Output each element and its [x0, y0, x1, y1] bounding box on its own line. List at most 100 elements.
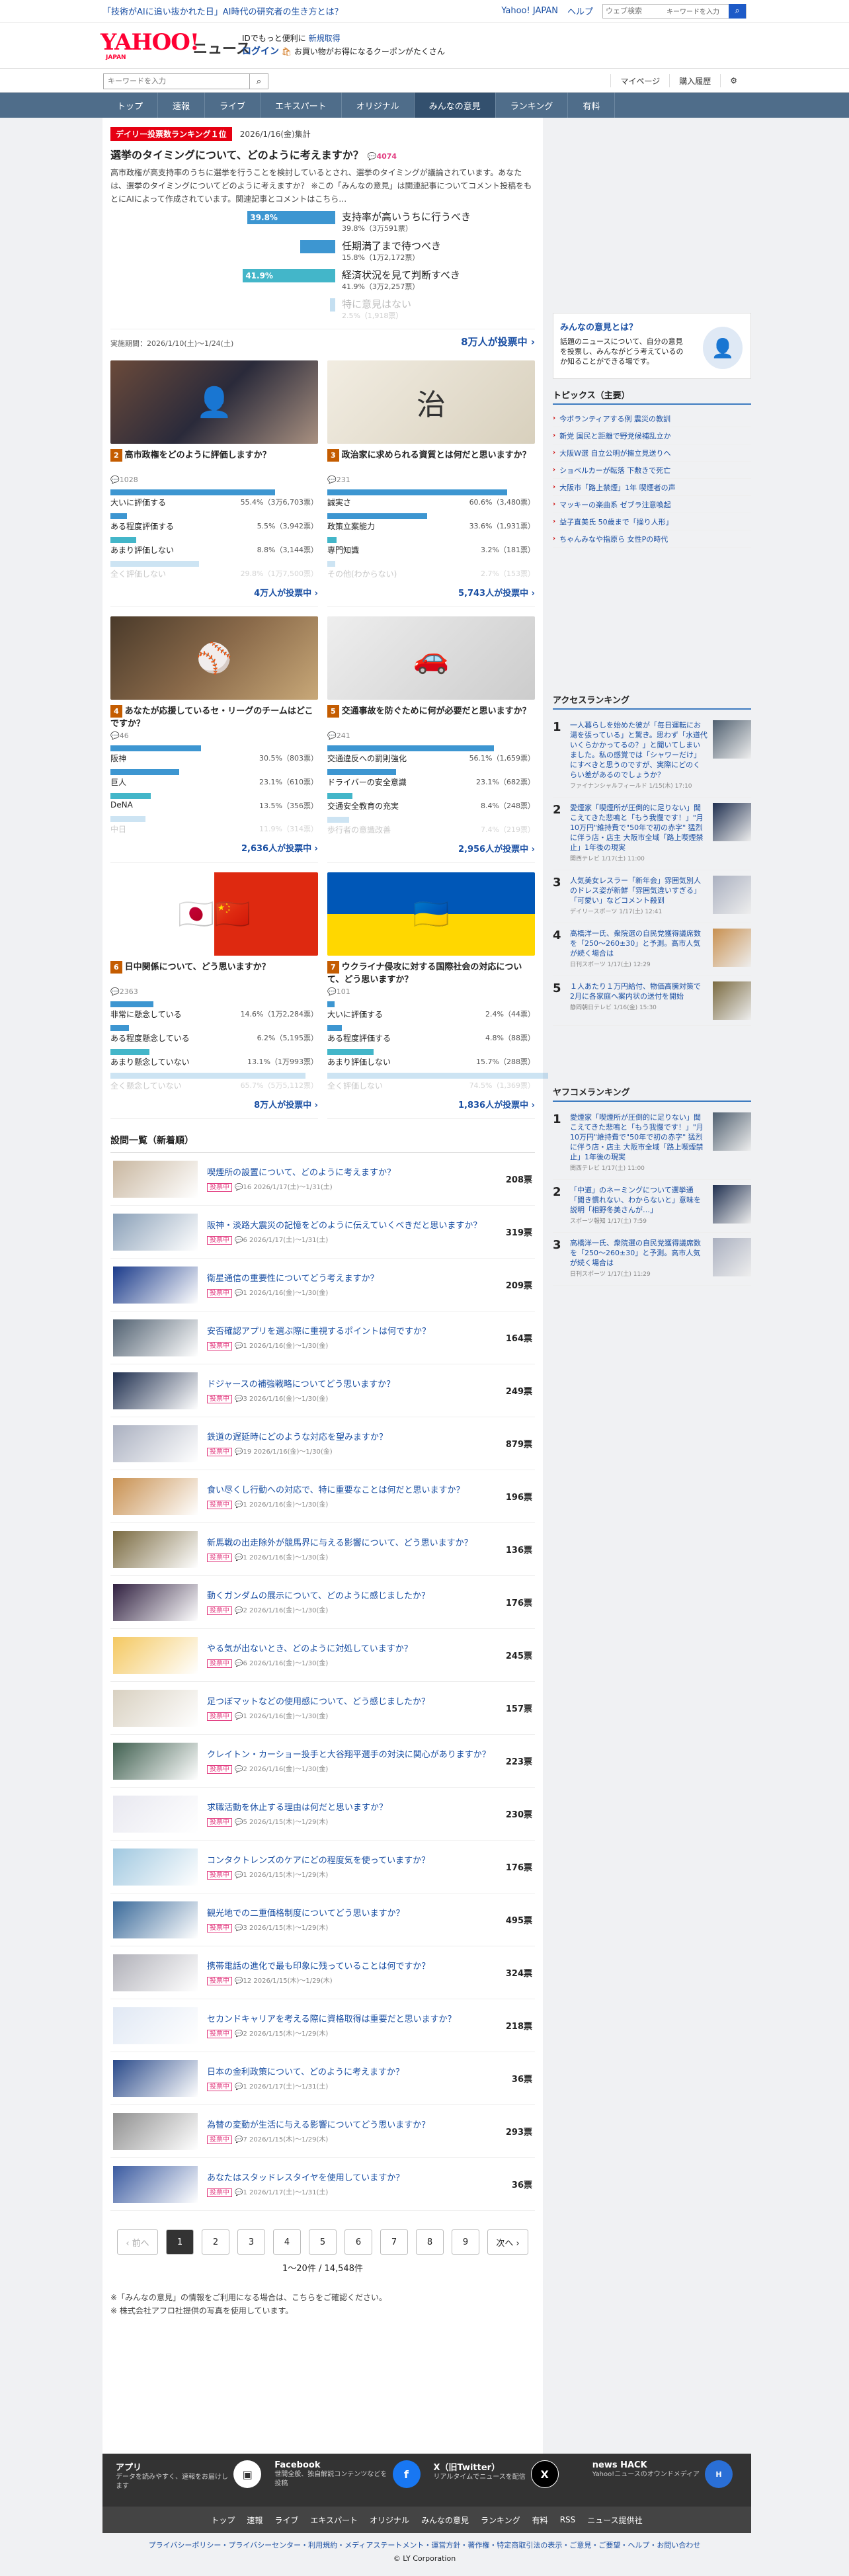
pager-page[interactable]: 7 [380, 2229, 408, 2255]
pager-page[interactable]: 9 [452, 2229, 479, 2255]
list-title[interactable]: ドジャースの補強戦略についてどう思いますか？ [207, 1379, 493, 1391]
list-item[interactable]: 食い尽くし行動への対応で、特に重要なことは何だと思いますか？ 投票中 💬1 2026… [110, 1470, 535, 1523]
topic-item[interactable]: › 今ボランティアする例 震災の教訓 [553, 410, 751, 427]
poll-thumbnail[interactable]: 👤 [110, 360, 318, 444]
list-title[interactable]: 為替の変動が生活に与える影響についてどう思いますか？ [207, 2120, 493, 2132]
list-item[interactable]: 新馬戦の出走除外が競馬界に与える影響について、どう思いますか？ 投票中 💬1 202… [110, 1523, 535, 1576]
topic-item[interactable]: › 大阪市「路上禁煙」1年 喫煙者の声 [553, 479, 751, 496]
mypage-link[interactable]: マイページ [610, 74, 669, 87]
help-link[interactable]: ヘルプ [567, 5, 593, 17]
list-title[interactable]: 求職活動を休止する理由は何だと思いますか？ [207, 1802, 493, 1814]
poll-votes-link[interactable]: 5,743人が投票中 › [327, 586, 535, 599]
list-title[interactable]: セカンドキャリアを考える際に資格取得は重要だと思いますか？ [207, 2014, 493, 2026]
poll-votes-link[interactable]: 1,836人が投票中 › [327, 1098, 535, 1110]
list-item[interactable]: クレイトン・カーショー投手と大谷翔平選手の対決に関心がありますか？ 投票中 💬2 2… [110, 1735, 535, 1788]
list-item[interactable]: ドジャースの補強戦略についてどう思いますか？ 投票中 💬3 2026/1/16(金)… [110, 1364, 535, 1417]
poll-title[interactable]: 6 日中関係について、どう思いますか？ [110, 961, 318, 986]
poll-thumbnail[interactable]: ⚾ [110, 616, 318, 700]
poll-thumbnail[interactable]: 治 [327, 360, 535, 444]
poll-title[interactable]: 7 ウクライナ侵攻に対する国際社会の対応について、どう思いますか？ [327, 961, 535, 986]
list-title[interactable]: 阪神・淡路大震災の記憶をどのように伝えていくべきだと思いますか？ [207, 1220, 493, 1232]
list-title[interactable]: 食い尽くし行動への対応で、特に重要なことは何だと思いますか？ [207, 1485, 493, 1497]
gear-icon[interactable]: ⚙ [720, 74, 747, 87]
pager-next[interactable]: 次へ › [487, 2229, 528, 2255]
pager-page[interactable]: 8 [416, 2229, 444, 2255]
list-title[interactable]: 携帯電話の進化で最も印象に残っていることは何ですか？ [207, 1961, 493, 1973]
ranking-item[interactable]: 3 人気美女レスラー「新年会」雰囲気別人のドレス姿が新鮮「雰囲気違いすぎる」「可愛… [553, 870, 751, 923]
list-item[interactable]: 安否確認アプリを選ぶ際に重視するポイントは何ですか？ 投票中 💬1 2026/1/1… [110, 1311, 535, 1364]
list-title[interactable]: やる気が出ないとき、どのように対処していますか？ [207, 1643, 493, 1655]
footer-nav-item[interactable]: ライブ [274, 2514, 298, 2526]
ranking-item[interactable]: 4 高橋洋一氏、衆院選の自民党獲得議席数を「250〜260±30」と予測。高市人気… [553, 923, 751, 976]
footer-nav-item[interactable]: RSS [560, 2515, 576, 2524]
list-title[interactable]: 鉄道の遅延時にどのような対応を望みますか？ [207, 1432, 493, 1444]
poll-title[interactable]: 2 高市政権をどのように評価しますか？ [110, 449, 318, 474]
nav-top[interactable]: トップ [102, 93, 159, 118]
nav-live[interactable]: ライブ [205, 93, 261, 118]
nav-expert[interactable]: エキスパート [261, 93, 342, 118]
web-search-button[interactable]: ⌕ [729, 3, 746, 19]
ranking-item[interactable]: 3 高橋洋一氏、衆院選の自民党獲得議席数を「250〜260±30」と予測。高市人気… [553, 1233, 751, 1286]
poll-votes-link[interactable]: 2,956人が投票中 › [327, 842, 535, 854]
nav-paid[interactable]: 有料 [568, 93, 616, 118]
pager-page[interactable]: 5 [309, 2229, 337, 2255]
list-title[interactable]: 喫煙所の設置について、どのように考えますか？ [207, 1167, 493, 1179]
pager-page[interactable]: 6 [344, 2229, 372, 2255]
topic-item[interactable]: › 大阪W選 自立公明が擁立見送りへ [553, 444, 751, 462]
ranking-item[interactable]: 1 一人暮らしを始めた彼が「毎日運転にお湯を張っている」と驚き。思わず「水道代いく… [553, 715, 751, 798]
footer-nav-item[interactable]: エキスパート [310, 2514, 358, 2526]
pager-page[interactable]: 4 [273, 2229, 301, 2255]
list-title[interactable]: 足つぼマットなどの使用感について、どう感じましたか？ [207, 1696, 493, 1708]
topic-item[interactable]: › ショベルカーが転落 下敷きで死亡 [553, 462, 751, 479]
footer-nav-item[interactable]: オリジナル [370, 2514, 409, 2526]
list-item[interactable]: 携帯電話の進化で最も印象に残っていることは何ですか？ 投票中 💬12 2026/1/… [110, 1946, 535, 1999]
nav-flash[interactable]: 速報 [158, 93, 206, 118]
footer-nav-item[interactable]: 速報 [247, 2514, 263, 2526]
feature-title[interactable]: 選挙のタイミングについて、どのように考えますか？ 💬4074 [110, 146, 535, 162]
pager-page[interactable]: 2 [202, 2229, 229, 2255]
list-item[interactable]: 足つぼマットなどの使用感について、どう感じましたか？ 投票中 💬1 2026/1/1… [110, 1682, 535, 1735]
list-item[interactable]: 動くガンダムの展示について、どのように感じましたか？ 投票中 💬2 2026/1/1… [110, 1576, 535, 1629]
list-title[interactable]: 動くガンダムの展示について、どのように感じましたか？ [207, 1591, 493, 1602]
list-title[interactable]: あなたはスタッドレスタイヤを使用していますか？ [207, 2173, 493, 2184]
ranking-item[interactable]: 1 愛煙家「喫煙所が圧倒的に足りない」聞こえてきた悲鳴と「もう我慢です！」"月10… [553, 1107, 751, 1180]
pager-prev[interactable]: ‹ 前へ [117, 2229, 158, 2255]
poll-thumbnail[interactable]: 🇺🇦 [327, 872, 535, 956]
footer-nav-item[interactable]: トップ [211, 2514, 235, 2526]
list-item[interactable]: あなたはスタッドレスタイヤを使用していますか？ 投票中 💬1 2026/1/17(土… [110, 2158, 535, 2211]
list-item[interactable]: 為替の変動が生活に与える影響についてどう思いますか？ 投票中 💬7 2026/1/1… [110, 2105, 535, 2158]
list-title[interactable]: 新馬戦の出走除外が競馬界に与える影響について、どう思いますか？ [207, 1538, 493, 1550]
list-item[interactable]: 鉄道の遅延時にどのような対応を望みますか？ 投票中 💬19 2026/1/16(金)… [110, 1417, 535, 1470]
poll-thumbnail[interactable]: 🚗 [327, 616, 535, 700]
ranking-title[interactable]: 高橋洋一氏、衆院選の自民党獲得議席数を「250〜260±30」と予測。高市人気が… [570, 1238, 708, 1268]
topic-item[interactable]: › ちゃんみなや指原ら 女性Pの時代 [553, 530, 751, 548]
footer-nav-item[interactable]: 有料 [532, 2514, 548, 2526]
nav-opinion[interactable]: みんなの意見 [414, 93, 496, 118]
ranking-title[interactable]: 愛煙家「喫煙所が圧倒的に足りない」聞こえてきた悲鳴と「もう我慢です！」"月10万… [570, 803, 708, 852]
list-item[interactable]: セカンドキャリアを考える際に資格取得は重要だと思いますか？ 投票中 💬2 2026/… [110, 1999, 535, 2052]
footer-facebook[interactable]: Facebook 世間全般、独自解説コンテンツなどを投稿 f [268, 2460, 426, 2500]
ranking-title[interactable]: 人気美女レスラー「新年会」雰囲気別人のドレス姿が新鮮「雰囲気違いすぎる」「可愛い… [570, 876, 708, 905]
poll-thumbnail[interactable]: 🇯🇵🇨🇳 [110, 872, 318, 956]
pager-page[interactable]: 3 [237, 2229, 265, 2255]
list-title[interactable]: クレイトン・カーショー投手と大谷翔平選手の対決に関心がありますか？ [207, 1749, 493, 1761]
list-item[interactable]: 日本の金利政策について、どのように考えますか？ 投票中 💬1 2026/1/17(土… [110, 2052, 535, 2105]
news-search-input[interactable] [104, 74, 249, 89]
poll-title[interactable]: 4 あなたが応援しているセ・リーグのチームはどこですか？ [110, 705, 318, 730]
list-item[interactable]: 求職活動を休止する理由は何だと思いますか？ 投票中 💬5 2026/1/15(木)〜… [110, 1788, 535, 1841]
footer-nav-item[interactable]: みんなの意見 [421, 2514, 469, 2526]
notice-link[interactable]: 「技術がAIに追い抜かれた日」AI時代の研究者の生き方とは？ [102, 5, 343, 17]
footer-app[interactable]: アプリ データを読みやすく、速報をお届けします ▣ [109, 2460, 268, 2500]
news-search-button[interactable]: ⌕ [249, 74, 268, 89]
list-item[interactable]: 観光地での二重価格制度についてどう思いますか？ 投票中 💬3 2026/1/15(木… [110, 1893, 535, 1946]
footer-nav-item[interactable]: ランキング [481, 2514, 520, 2526]
list-item[interactable]: 喫煙所の設置について、どのように考えますか？ 投票中 💬16 2026/1/17(土… [110, 1153, 535, 1206]
ranking-title[interactable]: 「中道」のネーミングについて選挙通「聞き慣れない、わからないと」意味を説明「相野… [570, 1185, 708, 1215]
ranking-item[interactable]: 2 「中道」のネーミングについて選挙通「聞き慣れない、わからないと」意味を説明「相… [553, 1180, 751, 1233]
poll-votes-link[interactable]: 2,636人が投票中 › [110, 841, 318, 854]
poll-votes-link[interactable]: 8万人が投票中 › [110, 1098, 318, 1110]
yahoo-logo[interactable]: YAHOO! [101, 29, 200, 56]
ranking-item[interactable]: 2 愛煙家「喫煙所が圧倒的に足りない」聞こえてきた悲鳴と「もう我慢です！」"月10… [553, 798, 751, 870]
ranking-title[interactable]: 愛煙家「喫煙所が圧倒的に足りない」聞こえてきた悲鳴と「もう我慢です！」"月10万… [570, 1112, 708, 1162]
nav-original[interactable]: オリジナル [342, 93, 415, 118]
